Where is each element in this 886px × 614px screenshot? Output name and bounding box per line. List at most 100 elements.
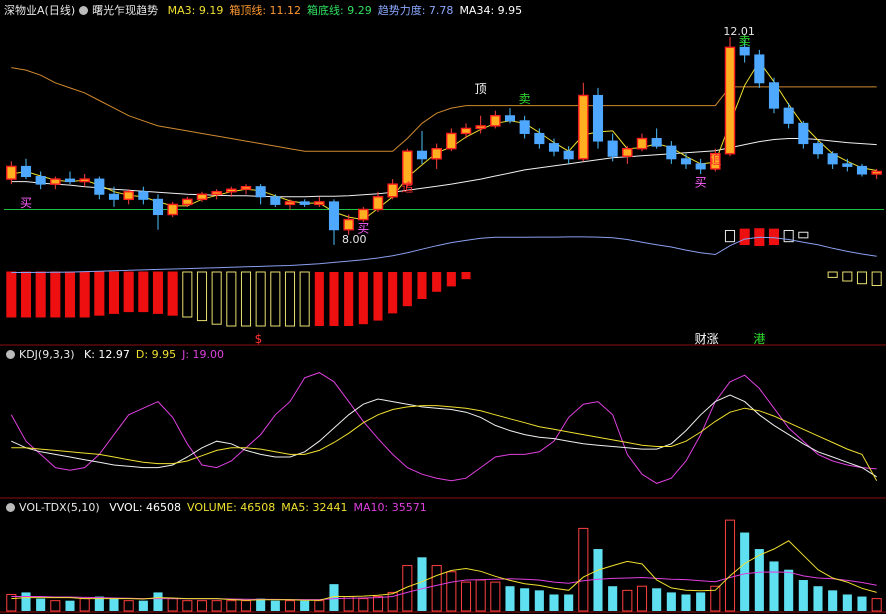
candle-body	[842, 163, 853, 167]
candle-body	[328, 201, 340, 231]
volume-bar	[622, 589, 633, 612]
candle-body	[666, 145, 677, 160]
volume-bar	[358, 598, 369, 612]
volume-bar	[505, 586, 515, 611]
main-stat-1: 箱顶线: 11.12	[229, 4, 302, 17]
volume-bar	[50, 600, 61, 612]
candle-body	[504, 115, 516, 122]
candle-body	[827, 153, 838, 165]
candle-body	[196, 193, 208, 201]
gear-icon[interactable]	[6, 503, 15, 512]
volume-bar	[828, 590, 838, 611]
candle-body	[6, 165, 17, 180]
candle-body	[563, 150, 574, 160]
signal-label-2: 买	[695, 176, 707, 190]
hist-bar	[842, 271, 853, 282]
hist-bar	[344, 272, 354, 326]
hist-bar	[20, 271, 32, 318]
hist-bar	[50, 271, 61, 318]
hist-bar	[373, 272, 383, 321]
hist-bar	[432, 272, 442, 292]
candle-body	[636, 137, 648, 150]
volume-bar	[167, 598, 178, 612]
hist-bar	[402, 272, 412, 307]
candle-body	[343, 218, 354, 231]
kdj-stat-1: D: 9.95	[135, 348, 177, 361]
candle-body	[446, 132, 457, 150]
hist-bar	[123, 271, 134, 313]
hist-bar	[182, 271, 193, 318]
kdj-stat-0: K: 12.97	[84, 348, 130, 361]
chart-canvas[interactable]: 12.018.00买买买顶卖卖追追$ 财涨港	[0, 0, 886, 614]
candle-body	[490, 115, 501, 127]
candle-body	[152, 198, 164, 216]
candle-body	[695, 163, 706, 170]
volume-bar	[446, 571, 457, 612]
bottom-tag-1: 财涨	[695, 331, 719, 346]
hist-bar	[152, 271, 164, 314]
candle-body	[548, 143, 560, 152]
box-top-line	[11, 67, 877, 152]
volume-bar	[211, 600, 222, 612]
candle-body	[622, 147, 633, 157]
hist-bar	[270, 271, 281, 327]
volume-bar	[431, 565, 442, 612]
hist-bar	[461, 272, 471, 280]
volume-bar	[769, 561, 779, 611]
volume-bar	[564, 594, 574, 611]
volume-bar	[754, 549, 764, 611]
candle-body	[856, 165, 868, 175]
volume-bar	[857, 596, 867, 611]
main-stat-2: 箱底线: 9.29	[307, 4, 372, 17]
candle-body	[798, 122, 809, 145]
candle-body	[592, 94, 604, 142]
volume-bar	[196, 600, 208, 612]
volume-bar	[138, 600, 148, 611]
kdj-d-line	[11, 405, 878, 482]
hist-bar	[358, 272, 368, 325]
candle-body	[94, 178, 105, 195]
gear-icon[interactable]	[79, 6, 89, 15]
candle-body	[20, 165, 32, 178]
candle-body	[211, 191, 222, 195]
gear-icon[interactable]	[6, 350, 15, 359]
candle-body	[226, 188, 237, 193]
volume-bar	[123, 600, 134, 612]
indicator-name: 曙光乍现趋势	[92, 4, 159, 17]
hist-bar	[240, 271, 252, 327]
hist-bar	[299, 271, 310, 327]
candle-body	[284, 201, 296, 206]
candle-body	[314, 201, 325, 206]
hist-bar	[329, 272, 339, 326]
hist-bar	[827, 271, 838, 278]
hist-bar	[446, 272, 456, 287]
volume-bar	[372, 596, 384, 612]
volume-bar	[109, 598, 119, 611]
hist-bar	[79, 271, 90, 318]
candle-body	[270, 196, 281, 205]
hist-bar	[226, 271, 237, 327]
candle-body	[50, 178, 61, 185]
hist-bar	[724, 229, 736, 243]
candle-body	[255, 186, 266, 198]
volume-bar	[65, 600, 75, 611]
candle-body	[812, 143, 824, 155]
kdj-k-line	[11, 394, 877, 478]
hist-bar	[768, 228, 780, 246]
candle-body	[651, 138, 662, 147]
volume-bar	[284, 600, 296, 612]
volume-bar	[240, 600, 252, 612]
volume-bar	[578, 527, 589, 612]
volume-bar	[534, 590, 544, 611]
kdj-j-line	[10, 372, 877, 484]
candle-body	[754, 54, 765, 84]
kdj-stat-2: J: 19.00	[182, 348, 225, 361]
candle-body	[123, 191, 134, 201]
main-legend: 深物业A(日线) 曙光乍现趋势 MA3: 9.19 箱顶线: 11.12 箱底线: 9…	[4, 3, 534, 19]
hist-bar	[196, 271, 208, 322]
candle-body	[387, 183, 398, 198]
hist-bar	[6, 271, 17, 318]
candle-body	[871, 170, 882, 175]
candle-body	[739, 46, 750, 56]
vol-name: VOL-TDX(5,10)	[19, 501, 100, 514]
